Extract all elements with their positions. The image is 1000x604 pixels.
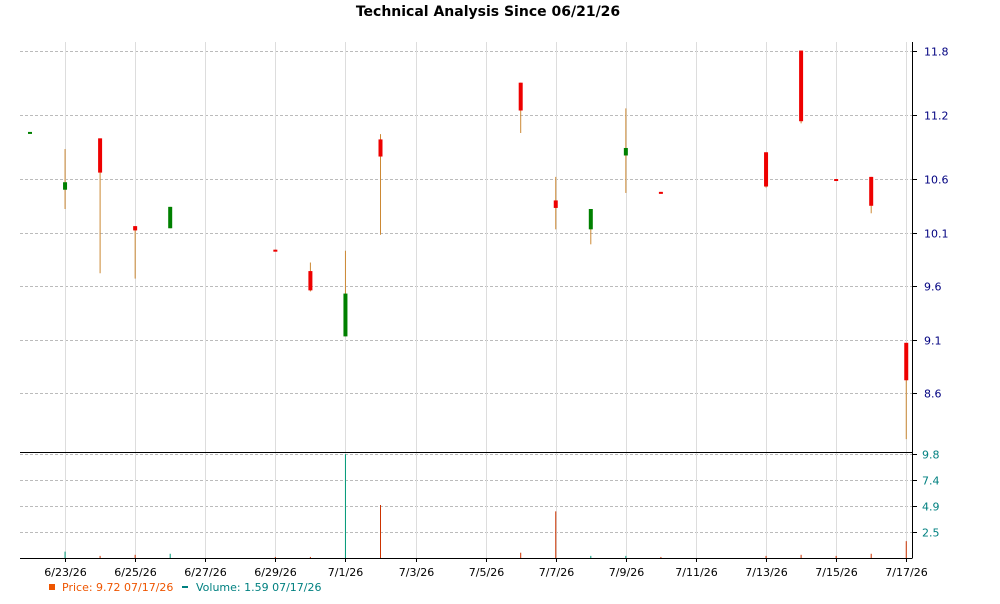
x-tick-label: 7/7/26 (539, 566, 574, 579)
volume-tick-label: 9.8 (922, 449, 940, 462)
technical-analysis-chart: Technical Analysis Since 06/21/26 11.811… (20, 4, 949, 594)
volume-bar (520, 552, 522, 558)
candle-down (378, 139, 383, 157)
legend-volume-swatch (182, 586, 188, 588)
candle-up (168, 206, 173, 229)
price-tick-label: 10.1 (924, 228, 949, 241)
price-axis-labels: 11.8 11.2 10.6 10.1 9.6 9.1 8.6 (924, 46, 949, 401)
candle-up (623, 147, 628, 156)
legend-price-text: Price: 9.72 07/17/26 (62, 581, 173, 594)
x-tick-label: 7/15/26 (815, 566, 857, 579)
x-tick-label: 6/25/26 (114, 566, 156, 579)
candle-up (63, 182, 68, 190)
x-tick-label: 7/17/26 (885, 566, 927, 579)
x-tick-label: 7/3/26 (399, 566, 434, 579)
candle-down (869, 176, 874, 206)
price-tick-label: 11.8 (924, 46, 949, 59)
volume-bar (835, 555, 837, 558)
chart-container: Technical Analysis Since 06/21/26 11.8 11… (0, 0, 1000, 600)
legend-price-swatch (49, 584, 55, 590)
chart-title: Technical Analysis Since 06/21/26 (356, 4, 620, 20)
candle-down (553, 200, 558, 208)
volume-tick-label: 7.4 (922, 475, 940, 488)
candle-down (799, 50, 804, 122)
volume-bar (555, 511, 557, 558)
price-tick-label: 9.1 (924, 335, 942, 348)
volume-bar (800, 554, 802, 558)
volume-bar (380, 505, 381, 558)
price-tick-label: 11.2 (924, 110, 949, 123)
price-tick-label: 8.6 (924, 388, 942, 401)
volume-bar (64, 551, 66, 558)
price-tick-label: 10.6 (924, 174, 949, 187)
price-tick-label: 9.6 (924, 281, 942, 294)
candle-down (904, 342, 909, 381)
axes (20, 42, 913, 559)
x-tick-label: 7/1/26 (328, 566, 363, 579)
candle-down (764, 152, 769, 187)
volume-bar (169, 553, 171, 558)
volume-axis-labels: 9.8 7.4 4.9 2.5 (922, 449, 940, 540)
legend-volume-text: Volume: 1.59 07/17/26 (196, 581, 322, 594)
candle-down (133, 226, 138, 231)
x-axis-ticks (65, 42, 907, 562)
volume-grid (20, 454, 917, 533)
volume-bar (134, 554, 136, 558)
x-tick-label: 6/27/26 (184, 566, 226, 579)
volume-tick-label: 2.5 (922, 527, 940, 540)
x-axis-labels: 6/23/26 6/25/26 6/27/26 6/29/26 7/1/26 7/3/26… (44, 566, 927, 579)
volume-bar (660, 556, 662, 558)
volume-bar (905, 541, 907, 558)
candle-up (28, 131, 32, 134)
candle-down (98, 138, 103, 173)
candle-up (343, 293, 348, 337)
price-candles (28, 50, 909, 440)
volume-bar (870, 553, 872, 558)
candle-down (308, 271, 313, 291)
price-grid (20, 51, 917, 394)
candle-down (658, 191, 663, 194)
candle-down (834, 179, 839, 182)
volume-tick-label: 4.9 (922, 501, 940, 514)
candle-down (273, 249, 278, 252)
volume-bar (274, 556, 276, 558)
volume-bar (99, 555, 101, 558)
volume-bar (590, 555, 592, 558)
volume-bar (625, 555, 627, 558)
x-tick-label: 6/29/26 (254, 566, 296, 579)
volume-bar (344, 454, 346, 558)
candle-up (588, 208, 593, 230)
candle-down (518, 82, 523, 111)
volume-bar (309, 556, 311, 558)
x-tick-label: 7/11/26 (675, 566, 717, 579)
legend: Price: 9.72 07/17/26 Volume: 1.59 07/17/… (49, 581, 322, 594)
volume-bar (765, 555, 767, 558)
x-tick-label: 7/13/26 (745, 566, 787, 579)
x-tick-label: 7/5/26 (469, 566, 504, 579)
x-tick-label: 7/9/26 (609, 566, 644, 579)
x-tick-label: 6/23/26 (44, 566, 86, 579)
